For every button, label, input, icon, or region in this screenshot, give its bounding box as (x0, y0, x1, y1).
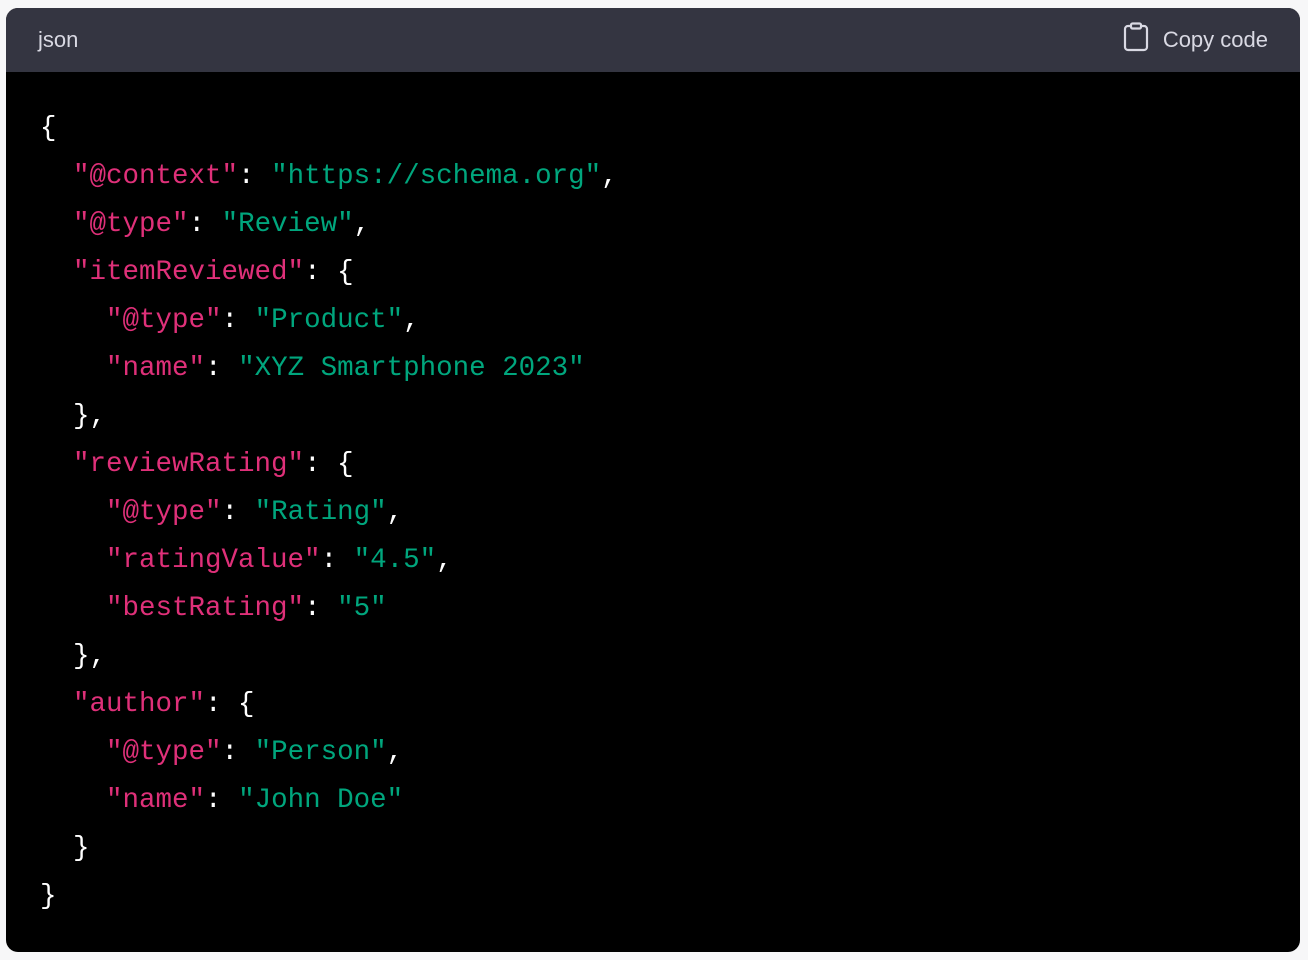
code-line: "@context": "https://schema.org", (40, 153, 1300, 201)
json-string: "John Doe" (238, 785, 404, 816)
json-punctuation: : (238, 161, 272, 192)
json-string: "5" (337, 593, 387, 624)
json-string: "Person" (254, 737, 387, 768)
code-line: "reviewRating": { (40, 441, 1300, 489)
json-key: "itemReviewed" (73, 257, 305, 288)
code-line: }, (40, 633, 1300, 681)
json-key: "@context" (73, 161, 239, 192)
code-block: json Copy code { "@context": "https://sc… (6, 8, 1300, 952)
json-string: "https://schema.org" (271, 161, 602, 192)
json-punctuation (40, 305, 106, 336)
json-key: "name" (106, 785, 206, 816)
json-string: "4.5" (353, 545, 437, 576)
json-punctuation: , (386, 737, 404, 768)
json-punctuation (40, 209, 73, 240)
code-line: { (40, 105, 1300, 153)
json-punctuation: : (205, 785, 239, 816)
json-punctuation: : { (205, 689, 255, 720)
json-key: "author" (73, 689, 206, 720)
json-punctuation: } (40, 881, 57, 912)
json-key: "@type" (106, 497, 222, 528)
code-line: } (40, 873, 1300, 921)
code-line: }, (40, 393, 1300, 441)
json-string: "Rating" (254, 497, 387, 528)
code-line: "@type": "Review", (40, 201, 1300, 249)
code-line: "bestRating": "5" (40, 585, 1300, 633)
json-punctuation: : (221, 737, 255, 768)
json-punctuation: : (188, 209, 222, 240)
json-punctuation: , (386, 497, 404, 528)
json-punctuation: : (205, 353, 239, 384)
json-punctuation (40, 449, 73, 480)
code-block-header: json Copy code (6, 8, 1300, 72)
code-line: "name": "XYZ Smartphone 2023" (40, 345, 1300, 393)
json-key: "bestRating" (106, 593, 305, 624)
json-key: "@type" (106, 305, 222, 336)
code-line: } (40, 825, 1300, 873)
copy-code-label: Copy code (1162, 27, 1268, 52)
json-punctuation (40, 497, 106, 528)
code-line: "itemReviewed": { (40, 249, 1300, 297)
json-punctuation (40, 161, 73, 192)
json-punctuation (40, 689, 73, 720)
json-punctuation (40, 593, 106, 624)
json-punctuation: : { (304, 257, 354, 288)
code-content: { "@context": "https://schema.org", "@ty… (6, 72, 1300, 921)
json-key: "name" (106, 353, 206, 384)
json-key: "@type" (73, 209, 189, 240)
json-punctuation: : (221, 497, 255, 528)
json-string: "XYZ Smartphone 2023" (238, 353, 585, 384)
json-key: "ratingValue" (106, 545, 321, 576)
code-line: "@type": "Rating", (40, 489, 1300, 537)
json-string: "Product" (254, 305, 404, 336)
json-punctuation (40, 257, 73, 288)
json-punctuation: , (353, 209, 371, 240)
clipboard-icon (1123, 22, 1149, 58)
json-punctuation (40, 353, 106, 384)
json-punctuation (40, 785, 106, 816)
json-punctuation: }, (40, 641, 107, 672)
copy-code-button[interactable]: Copy code (1123, 22, 1268, 58)
code-line: "ratingValue": "4.5", (40, 537, 1300, 585)
json-punctuation: : (304, 593, 338, 624)
code-line: "author": { (40, 681, 1300, 729)
code-line: "@type": "Person", (40, 729, 1300, 777)
json-punctuation: , (601, 161, 618, 192)
json-punctuation: : (320, 545, 354, 576)
code-line: "name": "John Doe" (40, 777, 1300, 825)
json-punctuation: }, (40, 401, 107, 432)
json-punctuation: { (40, 113, 57, 144)
json-punctuation (40, 737, 106, 768)
json-key: "reviewRating" (73, 449, 305, 480)
json-punctuation: } (40, 833, 90, 864)
json-punctuation: : (221, 305, 255, 336)
json-punctuation (40, 545, 106, 576)
code-line: "@type": "Product", (40, 297, 1300, 345)
json-string: "Review" (221, 209, 354, 240)
json-punctuation: , (436, 545, 453, 576)
json-key: "@type" (106, 737, 222, 768)
language-label: json (38, 27, 79, 52)
json-punctuation: : { (304, 449, 354, 480)
json-punctuation: , (403, 305, 420, 336)
